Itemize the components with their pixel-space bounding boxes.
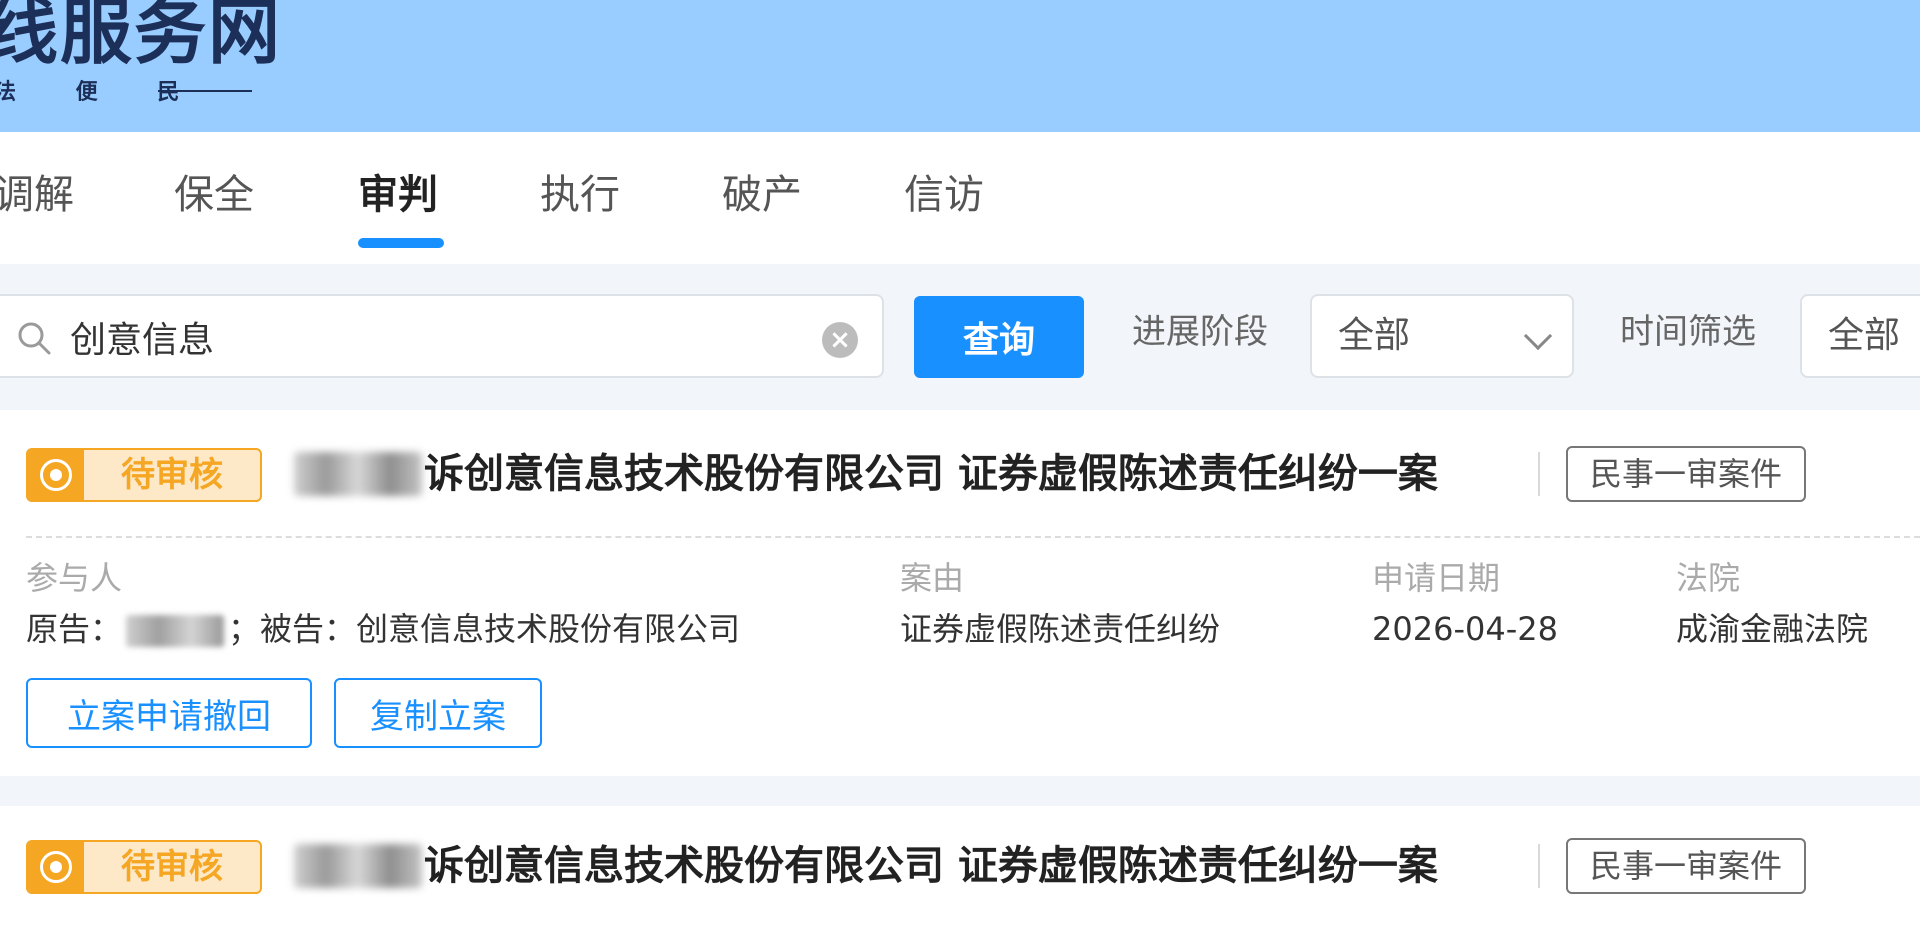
time-select-value: 全部 <box>1828 315 1901 356</box>
status-text: 待审核 <box>121 455 223 495</box>
tab-petition[interactable]: 信访 <box>904 170 984 220</box>
cause-value: 证券虚假陈述责任纠纷 <box>900 610 1221 648</box>
stage-select-value: 全部 <box>1338 315 1411 356</box>
search-box: × <box>0 294 884 378</box>
date-label: 申请日期 <box>1372 559 1501 597</box>
chevron-down-icon <box>1523 321 1553 351</box>
status-badge: 待审核 <box>26 840 262 894</box>
court-value: 成渝金融法院 <box>1676 610 1869 648</box>
tab-execution[interactable]: 执行 <box>540 170 620 220</box>
participants-label: 参与人 <box>26 559 123 597</box>
tab-trial[interactable]: 审判 <box>358 170 438 220</box>
active-tab-indicator <box>358 238 444 248</box>
site-title: 线服务网 <box>0 0 283 74</box>
filter-bar: × 查询 进展阶段 全部 时间筛选 全部 <box>0 264 1920 410</box>
clock-icon <box>40 851 72 883</box>
redacted-plaintiff-name <box>294 844 422 888</box>
site-header: 线服务网 法 便 民 <box>0 0 1920 132</box>
slogan-line <box>158 90 252 92</box>
status-badge: 待审核 <box>26 448 262 502</box>
court-label: 法院 <box>1676 559 1741 597</box>
redacted-plaintiff-name <box>294 452 422 496</box>
tab-preservation[interactable]: 保全 <box>174 170 254 220</box>
clear-icon[interactable]: × <box>822 322 858 358</box>
date-value: 2026-04-28 <box>1372 610 1558 648</box>
cause-label: 案由 <box>900 559 965 597</box>
time-filter-label: 时间筛选 <box>1620 312 1756 352</box>
copy-filing-button[interactable]: 复制立案 <box>334 678 542 748</box>
stage-filter-label: 进展阶段 <box>1132 312 1268 352</box>
tab-mediation[interactable]: 调解 <box>0 170 74 220</box>
stage-select[interactable]: 全部 <box>1310 294 1574 378</box>
case-title[interactable]: 诉创意信息技术股份有限公司 证券虚假陈述责任纠纷一案 <box>424 838 1438 894</box>
case-title[interactable]: 诉创意信息技术股份有限公司 证券虚假陈述责任纠纷一案 <box>424 446 1438 502</box>
case-type-tag: 民事一审案件 <box>1566 838 1806 894</box>
clock-icon <box>40 459 72 491</box>
card-divider <box>26 536 1920 538</box>
time-select[interactable]: 全部 <box>1800 294 1920 378</box>
case-type-tabs: 调解 保全 审判 执行 破产 信访 <box>0 132 1920 264</box>
case-type-tag: 民事一审案件 <box>1566 446 1806 502</box>
search-input[interactable] <box>70 310 770 364</box>
withdraw-filing-button[interactable]: 立案申请撤回 <box>26 678 312 748</box>
title-divider <box>1538 452 1540 496</box>
query-button[interactable]: 查询 <box>914 296 1084 378</box>
plaintiff-prefix: 原告： <box>26 610 123 648</box>
status-text: 待审核 <box>121 847 223 887</box>
tab-bankruptcy[interactable]: 破产 <box>722 170 802 220</box>
title-divider <box>1538 844 1540 888</box>
redacted-plaintiff <box>126 615 225 647</box>
participants-value: 原告： ；被告：创意信息技术股份有限公司 <box>26 606 740 652</box>
card-separator <box>0 776 1920 806</box>
search-icon <box>18 322 51 355</box>
defendant-text: ；被告：创意信息技术股份有限公司 <box>228 610 741 648</box>
